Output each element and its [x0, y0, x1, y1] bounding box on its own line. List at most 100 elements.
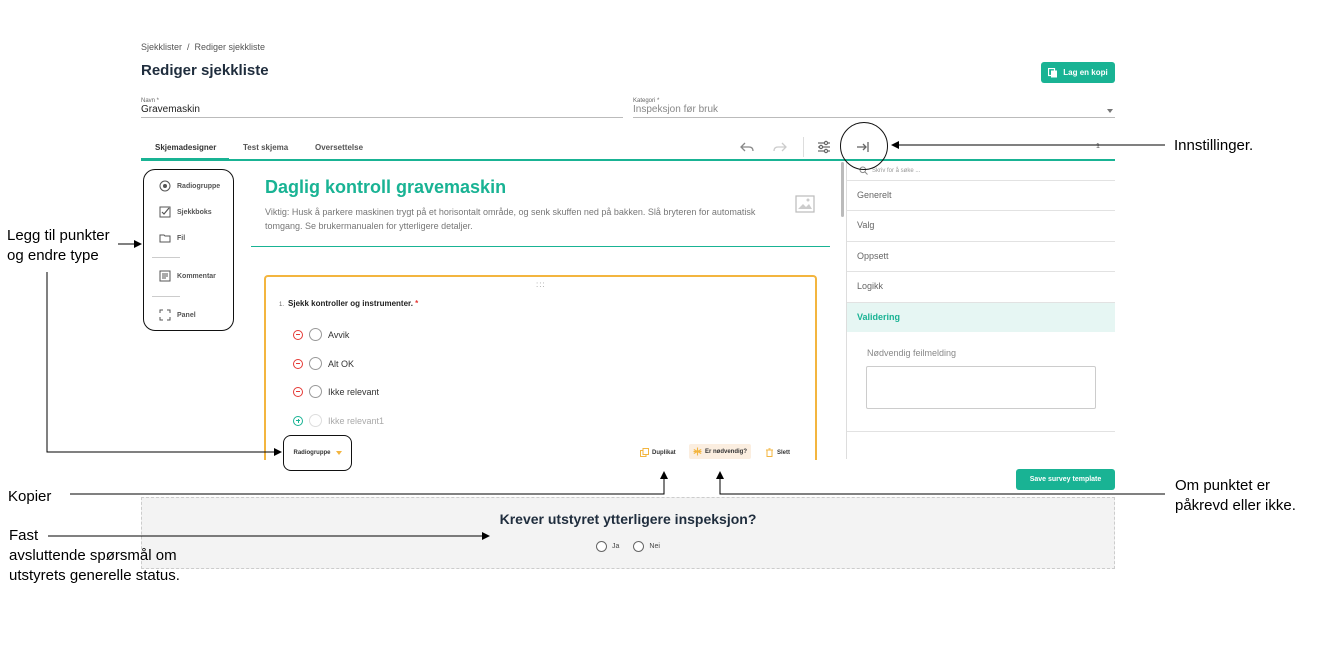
question-card[interactable]: ::: 1. Sjekk kontroller og instrumenter. …: [264, 275, 817, 460]
arrow-copy: [70, 471, 668, 495]
question-title[interactable]: 1. Sjekk kontroller og instrumenter. *: [279, 299, 418, 308]
radio-button[interactable]: [633, 541, 645, 552]
question-number: 1.: [279, 302, 285, 308]
annotation-line: avsluttende spørsmål om: [9, 547, 177, 564]
radio-button[interactable]: [309, 385, 322, 398]
property-panel: Skriv for å søke ... Generelt Valg Oppse…: [846, 161, 1115, 459]
page-number: 1: [1096, 143, 1100, 150]
question-title-text[interactable]: Sjekk kontroller og instrumenter.: [288, 299, 413, 308]
radio-icon: [159, 180, 171, 192]
radio-button: [309, 414, 322, 427]
annotation-line: Fast: [9, 527, 39, 544]
choice-label[interactable]: Avvik: [328, 330, 349, 340]
option-nei[interactable]: Nei: [633, 541, 660, 552]
toolbox-divider: [152, 257, 180, 258]
toolbox-item-fil[interactable]: Fil: [159, 232, 185, 244]
duplicate-icon: [640, 448, 649, 457]
toolbox-label: Panel: [177, 311, 196, 319]
option-ja[interactable]: Ja: [596, 541, 619, 552]
toolbox-label: Sjekkboks: [177, 208, 212, 216]
property-category-validering[interactable]: Validering: [847, 302, 1115, 332]
required-toggle-button[interactable]: Er nødvendig?: [689, 444, 751, 459]
toolbox-item-panel[interactable]: Panel: [159, 309, 196, 321]
new-choice-label[interactable]: Ikke relevant1: [328, 416, 384, 426]
delete-button[interactable]: Slett: [765, 448, 790, 457]
property-divider: [847, 431, 1115, 432]
choice-label[interactable]: Alt OK: [328, 359, 354, 369]
remove-choice-icon[interactable]: [293, 358, 303, 369]
copy-checklist-button[interactable]: Lag en kopi: [1041, 62, 1115, 83]
required-mark: *: [415, 299, 419, 308]
toolbar-divider: [803, 137, 804, 157]
question-type-label: Radiogruppe: [293, 450, 331, 456]
toolbox-item-kommentar[interactable]: Kommentar: [159, 270, 216, 282]
new-choice-item[interactable]: Ikke relevant1: [293, 414, 384, 427]
question-type-dropdown[interactable]: Radiogruppe: [283, 435, 352, 471]
survey-description[interactable]: Viktig: Husk å parkere maskinen trygt på…: [265, 205, 765, 233]
category-value[interactable]: Inspeksjon før bruk: [633, 104, 1115, 115]
property-category-oppsett[interactable]: Oppsett: [847, 241, 1115, 271]
delete-label: Slett: [777, 449, 791, 456]
choice-item[interactable]: Alt OK: [293, 357, 354, 370]
radio-button[interactable]: [309, 328, 322, 341]
category-select[interactable]: Kategori * Inspeksjon før bruk: [633, 98, 1115, 118]
redo-icon[interactable]: [772, 139, 788, 155]
chevron-down-icon[interactable]: [1107, 109, 1113, 113]
toolbox-item-sjekkboks[interactable]: Sjekkboks: [159, 206, 212, 218]
remove-choice-icon[interactable]: [293, 386, 303, 397]
error-message-textarea[interactable]: [866, 366, 1096, 409]
comment-icon: [159, 270, 171, 282]
save-template-button[interactable]: Save survey template: [1016, 469, 1115, 490]
annotation-line: Legg til punkter: [7, 227, 110, 244]
settings-highlight-circle: [840, 122, 888, 170]
remove-choice-icon[interactable]: [293, 329, 303, 340]
duplicate-label: Duplikat: [652, 449, 676, 456]
copy-icon: [1048, 67, 1058, 77]
choice-label[interactable]: Ikke relevant: [328, 387, 379, 397]
folder-icon: [159, 234, 171, 243]
radio-button[interactable]: [596, 541, 607, 552]
toolbox-item-radiogruppe[interactable]: Radiogruppe: [159, 180, 220, 192]
undo-icon[interactable]: [739, 139, 755, 155]
asterisk-icon: [693, 447, 702, 456]
drag-handle-icon[interactable]: :::: [536, 280, 546, 289]
image-placeholder-icon[interactable]: [795, 194, 815, 214]
sliders-icon[interactable]: [816, 139, 832, 155]
property-category-generelt[interactable]: Generelt: [847, 180, 1115, 210]
name-value[interactable]: Gravemaskin: [141, 104, 623, 115]
duplicate-button[interactable]: Duplikat: [640, 448, 676, 457]
option-label: Nei: [649, 543, 660, 550]
tab-oversettelse[interactable]: Oversettelse: [315, 143, 363, 152]
copy-button-label: Lag en kopi: [1063, 68, 1108, 77]
required-label: Er nødvendig?: [705, 448, 747, 455]
final-question-title: Krever utstyret ytterligere inspeksjon?: [499, 511, 757, 527]
add-choice-icon[interactable]: [293, 415, 303, 426]
annotation-copy: Kopier: [8, 488, 52, 505]
annotation-line: påkrevd eller ikke.: [1175, 497, 1296, 514]
option-label: Ja: [612, 543, 620, 550]
choice-item[interactable]: Ikke relevant: [293, 385, 379, 398]
designer-scrollbar[interactable]: [841, 162, 844, 217]
property-category-valg[interactable]: Valg: [847, 210, 1115, 240]
checkbox-icon: [159, 206, 171, 218]
panel-icon: [159, 309, 171, 321]
toolbox-label: Radiogruppe: [177, 182, 221, 190]
radio-button[interactable]: [309, 357, 322, 370]
annotation-toolbox: Legg til punkter og endre type: [7, 226, 110, 266]
name-field[interactable]: Navn * Gravemaskin: [141, 98, 623, 118]
survey-title[interactable]: Daglig kontroll gravemaskin: [265, 177, 506, 198]
search-placeholder[interactable]: Skriv for å søke ...: [872, 168, 920, 174]
property-category-logikk[interactable]: Logikk: [847, 271, 1115, 301]
annotation-settings: Innstillinger.: [1174, 137, 1254, 154]
breadcrumb-link-sjekklister[interactable]: Sjekklister: [141, 42, 182, 52]
choice-item[interactable]: Avvik: [293, 328, 349, 341]
tab-test-skjema[interactable]: Test skjema: [243, 143, 288, 152]
annotation-line: Om punktet er: [1175, 477, 1271, 494]
breadcrumb: Sjekklister / Rediger sjekkliste: [141, 42, 266, 52]
error-message-label: Nødvendig feilmelding: [867, 348, 957, 358]
tab-skjemadesigner[interactable]: Skjemadesigner: [155, 143, 216, 152]
annotation-fixed: Fast avsluttende spørsmål om utstyrets g…: [9, 526, 180, 586]
toolbox-label: Kommentar: [177, 272, 216, 280]
annotation-required: Om punktet er påkrevd eller ikke.: [1175, 476, 1296, 516]
question-toolbox: Radiogruppe Sjekkboks Fil Kommentar Pane…: [143, 169, 234, 331]
